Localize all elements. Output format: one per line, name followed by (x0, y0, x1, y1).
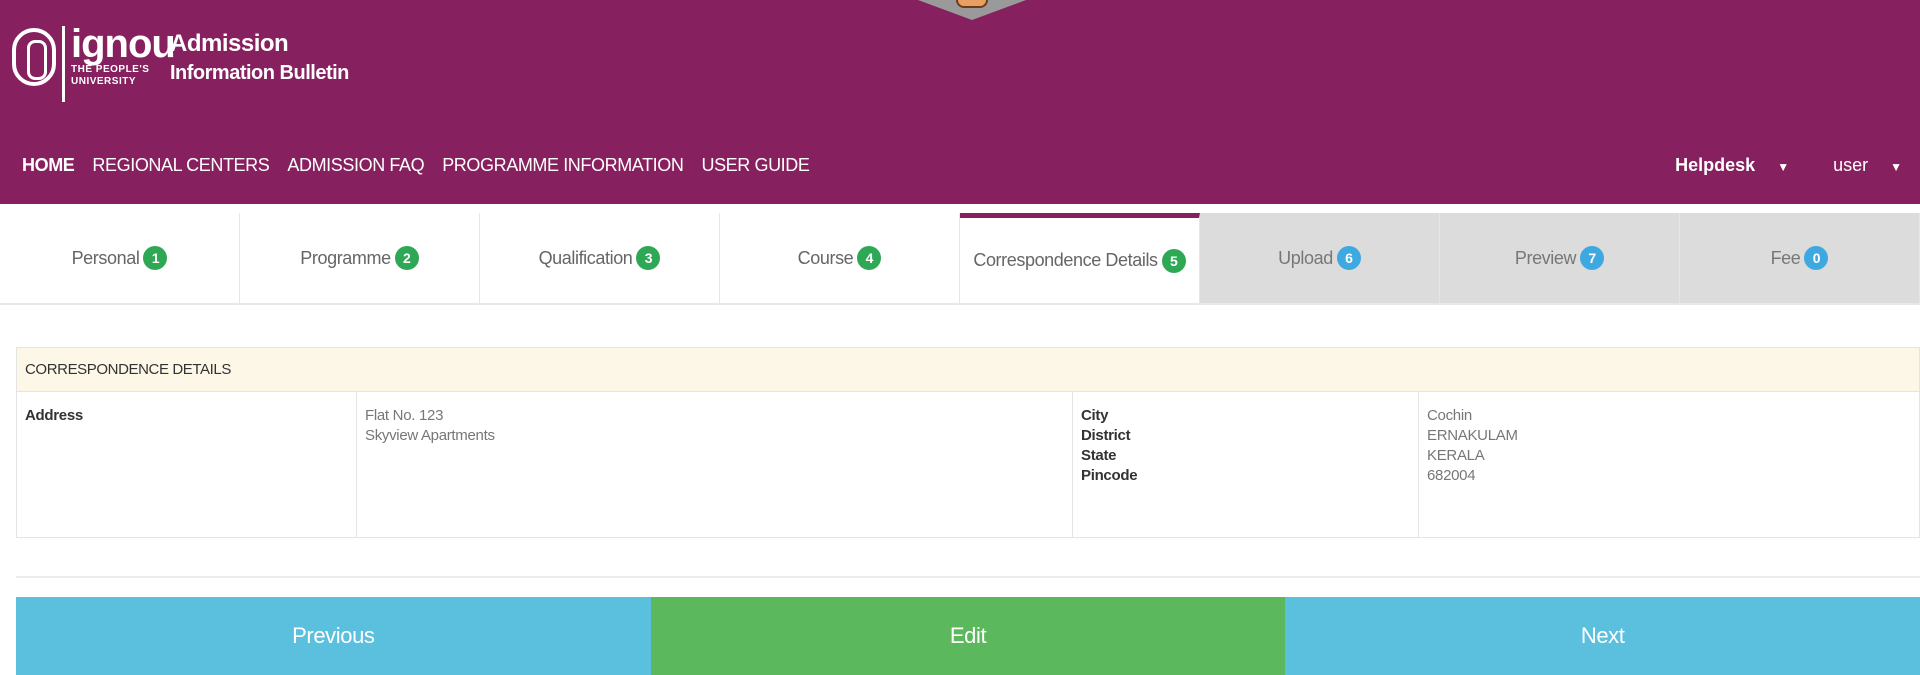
logo-divider (62, 26, 65, 102)
pincode-label: Pincode (1081, 467, 1138, 484)
site-title-line-1: Admission (170, 30, 289, 57)
logo-sub-2: UNIVERSITY (71, 76, 137, 87)
step-badge: 4 (857, 246, 882, 270)
nav-user-guide[interactable]: USER GUIDE (701, 155, 809, 176)
location-labels: City District State Pincode (1073, 392, 1419, 537)
nav-admission-faq[interactable]: ADMISSION FAQ (287, 155, 424, 176)
site-title: Admission Information Bulletin (170, 30, 349, 88)
city-value: Cochin (1427, 407, 1472, 424)
tab-upload[interactable]: Upload 6 (1200, 213, 1440, 303)
step-badge: 0 (1804, 246, 1829, 270)
nav-home[interactable]: HOME (22, 155, 75, 176)
chevron-down-icon: ▼ (1890, 160, 1902, 174)
address-line-2: Skyview Apartments (365, 427, 495, 444)
logo-text: ignou THE PEOPLE'S UNIVERSITY (71, 22, 176, 88)
main-nav: HOME REGIONAL CENTERS ADMISSION FAQ PROG… (22, 155, 828, 176)
previous-button[interactable]: Previous (16, 597, 651, 675)
step-badge: 7 (1580, 246, 1605, 270)
location-values: Cochin ERNAKULAM KERALA 682004 (1419, 392, 1919, 537)
tab-fee[interactable]: Fee 0 (1680, 213, 1920, 303)
tab-course[interactable]: Course 4 (720, 213, 960, 303)
details-row: Address Flat No. 123 Skyview Apartments … (17, 392, 1919, 537)
tab-label: Correspondence Details (973, 250, 1158, 270)
nav-regional-centers[interactable]: REGIONAL CENTERS (92, 155, 269, 176)
chevron-down-icon: ▼ (1777, 160, 1790, 174)
ignou-seal-icon (12, 28, 56, 86)
helpdesk-label: Helpdesk (1675, 155, 1756, 175)
tab-label: Programme (300, 247, 391, 268)
pincode-value: 682004 (1427, 467, 1476, 484)
step-badge: 2 (394, 246, 419, 270)
state-label: State (1081, 447, 1117, 464)
step-badge: 3 (636, 246, 661, 270)
logo-word: ignou (71, 22, 176, 66)
district-label: District (1081, 427, 1131, 444)
site-header: ignou THE PEOPLE'S UNIVERSITY Admission … (0, 0, 1920, 204)
tab-label: Preview (1514, 247, 1577, 268)
nav-programme-information[interactable]: PROGRAMME INFORMATION (442, 155, 684, 176)
helpdesk-dropdown[interactable]: Helpdesk ▼ (1653, 155, 1789, 176)
tab-programme[interactable]: Programme 2 (240, 213, 480, 303)
next-button[interactable]: Next (1285, 597, 1920, 675)
divider (16, 576, 1920, 578)
edit-button[interactable]: Edit (650, 597, 1286, 675)
address-label: Address (17, 392, 357, 537)
step-badge: 1 (143, 246, 168, 270)
city-label: City (1081, 407, 1109, 424)
tab-label: Personal (71, 247, 140, 268)
user-label: user (1833, 155, 1869, 175)
correspondence-details-table: CORRESPONDENCE DETAILS Address Flat No. … (16, 347, 1920, 538)
nav-right: Helpdesk ▼ user ▼ (1631, 155, 1902, 176)
ignou-logo[interactable]: ignou THE PEOPLE'S UNIVERSITY (12, 22, 176, 114)
district-value: ERNAKULAM (1427, 427, 1518, 444)
step-tabs: Personal 1 Programme 2 Qualification 3 C… (0, 213, 1920, 305)
address-value: Flat No. 123 Skyview Apartments (357, 392, 1073, 537)
user-dropdown[interactable]: user ▼ (1811, 155, 1902, 176)
site-title-line-2: Information Bulletin (170, 62, 349, 84)
address-line-1: Flat No. 123 (365, 407, 444, 424)
tab-qualification[interactable]: Qualification 3 (480, 213, 720, 303)
tab-label: Upload (1278, 247, 1333, 268)
tab-label: Course (797, 247, 854, 268)
step-badge: 5 (1161, 248, 1186, 273)
tab-preview[interactable]: Preview 7 (1440, 213, 1680, 303)
state-value: KERALA (1427, 447, 1485, 464)
section-heading: CORRESPONDENCE DETAILS (17, 348, 1919, 392)
tab-correspondence-details[interactable]: Correspondence Details 5 (960, 213, 1200, 303)
tab-label: Qualification (538, 247, 633, 268)
action-buttons: Previous Edit Next (16, 597, 1920, 675)
tab-label: Fee (1770, 247, 1801, 268)
step-badge: 6 (1336, 246, 1361, 270)
tab-personal[interactable]: Personal 1 (0, 213, 240, 303)
scroll-top-button[interactable] (956, 0, 988, 8)
